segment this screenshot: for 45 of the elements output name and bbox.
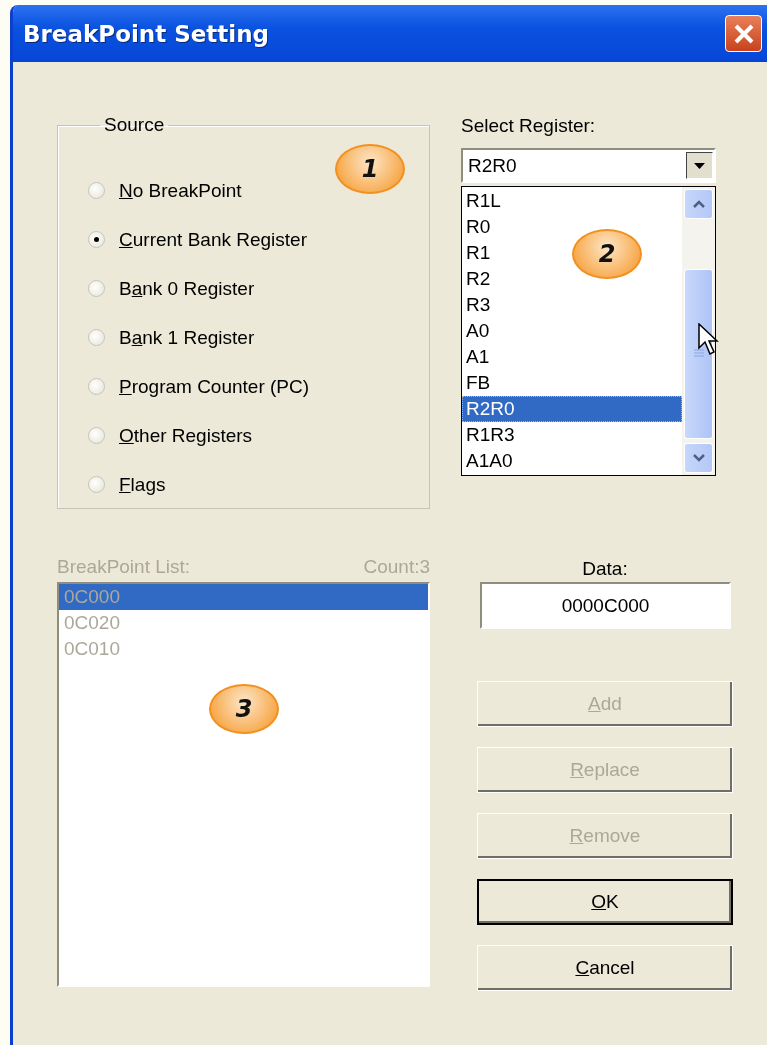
radio-label[interactable]: Bank 1 Register xyxy=(119,326,255,349)
radio-button[interactable] xyxy=(88,231,105,248)
dropdown-option[interactable]: R2R0 xyxy=(462,396,682,422)
callout-badge: 3 xyxy=(209,684,279,734)
dropdown-option[interactable]: FB xyxy=(462,370,495,396)
radio-label[interactable]: Other Registers xyxy=(119,424,253,447)
select-register-label: Select Register: xyxy=(461,114,597,138)
radio-button[interactable] xyxy=(88,378,105,395)
dropdown-option[interactable]: A0 xyxy=(462,318,494,344)
radio-button[interactable] xyxy=(88,427,105,444)
dropdown-option[interactable]: A1A0 xyxy=(462,448,517,474)
scroll-up-icon[interactable] xyxy=(684,189,713,219)
count-label: Count:3 xyxy=(363,556,430,579)
register-dropdown[interactable]: R2R0 xyxy=(461,148,716,183)
data-field[interactable]: 0000C000 xyxy=(480,582,731,629)
list-label: BreakPoint List: xyxy=(57,556,191,579)
dropdown-option[interactable]: R1 xyxy=(462,240,495,266)
dialog-button[interactable]: OK xyxy=(477,879,733,925)
radio-label[interactable]: Bank 0 Register xyxy=(119,277,255,300)
radio-label[interactable]: No BreakPoint xyxy=(119,179,242,202)
callout-badge: 2 xyxy=(572,229,642,279)
scrollbar[interactable] xyxy=(682,187,715,475)
close-icon xyxy=(732,22,755,45)
radio-button[interactable] xyxy=(88,280,105,297)
dropdown-value: R2R0 xyxy=(468,154,517,177)
dropdown-option[interactable]: R1R3 xyxy=(462,422,519,448)
scroll-down-icon[interactable] xyxy=(684,443,713,473)
close-button[interactable] xyxy=(725,15,762,52)
radio-label[interactable]: Program Counter (PC) xyxy=(119,375,310,398)
radio-label[interactable]: Current Bank Register xyxy=(119,228,307,251)
radio-label[interactable]: Flags xyxy=(119,473,166,496)
callout-badge: 1 xyxy=(335,144,405,194)
dropdown-option[interactable]: R1L xyxy=(462,188,505,214)
group-label: Source xyxy=(103,114,166,136)
dropdown-option[interactable]: R2 xyxy=(462,266,495,292)
dropdown-option[interactable]: R0 xyxy=(462,214,495,240)
scroll-thumb[interactable] xyxy=(684,269,713,439)
dropdown-option[interactable]: A1 xyxy=(462,344,494,370)
radio-button[interactable] xyxy=(88,329,105,346)
dropdown-option[interactable]: R3 xyxy=(462,292,495,318)
radio-button[interactable] xyxy=(88,476,105,493)
radio-button[interactable] xyxy=(88,182,105,199)
window-title: BreakPoint Setting xyxy=(23,20,270,47)
dialog-button[interactable]: Cancel xyxy=(477,945,733,991)
data-label: Data: xyxy=(582,557,628,581)
